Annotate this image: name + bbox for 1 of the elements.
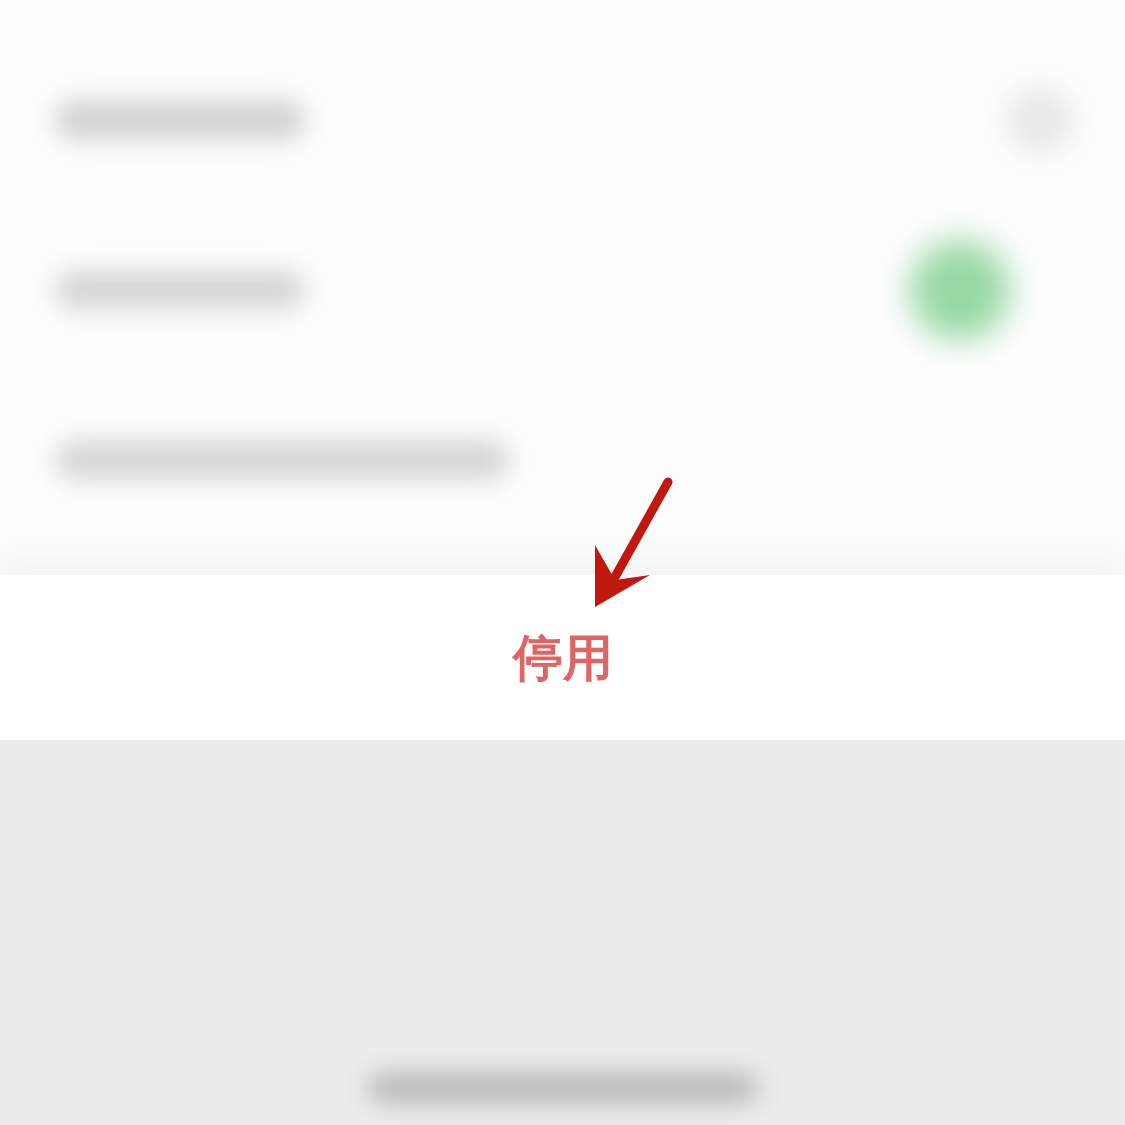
disable-option[interactable]: 停用 bbox=[504, 628, 621, 687]
